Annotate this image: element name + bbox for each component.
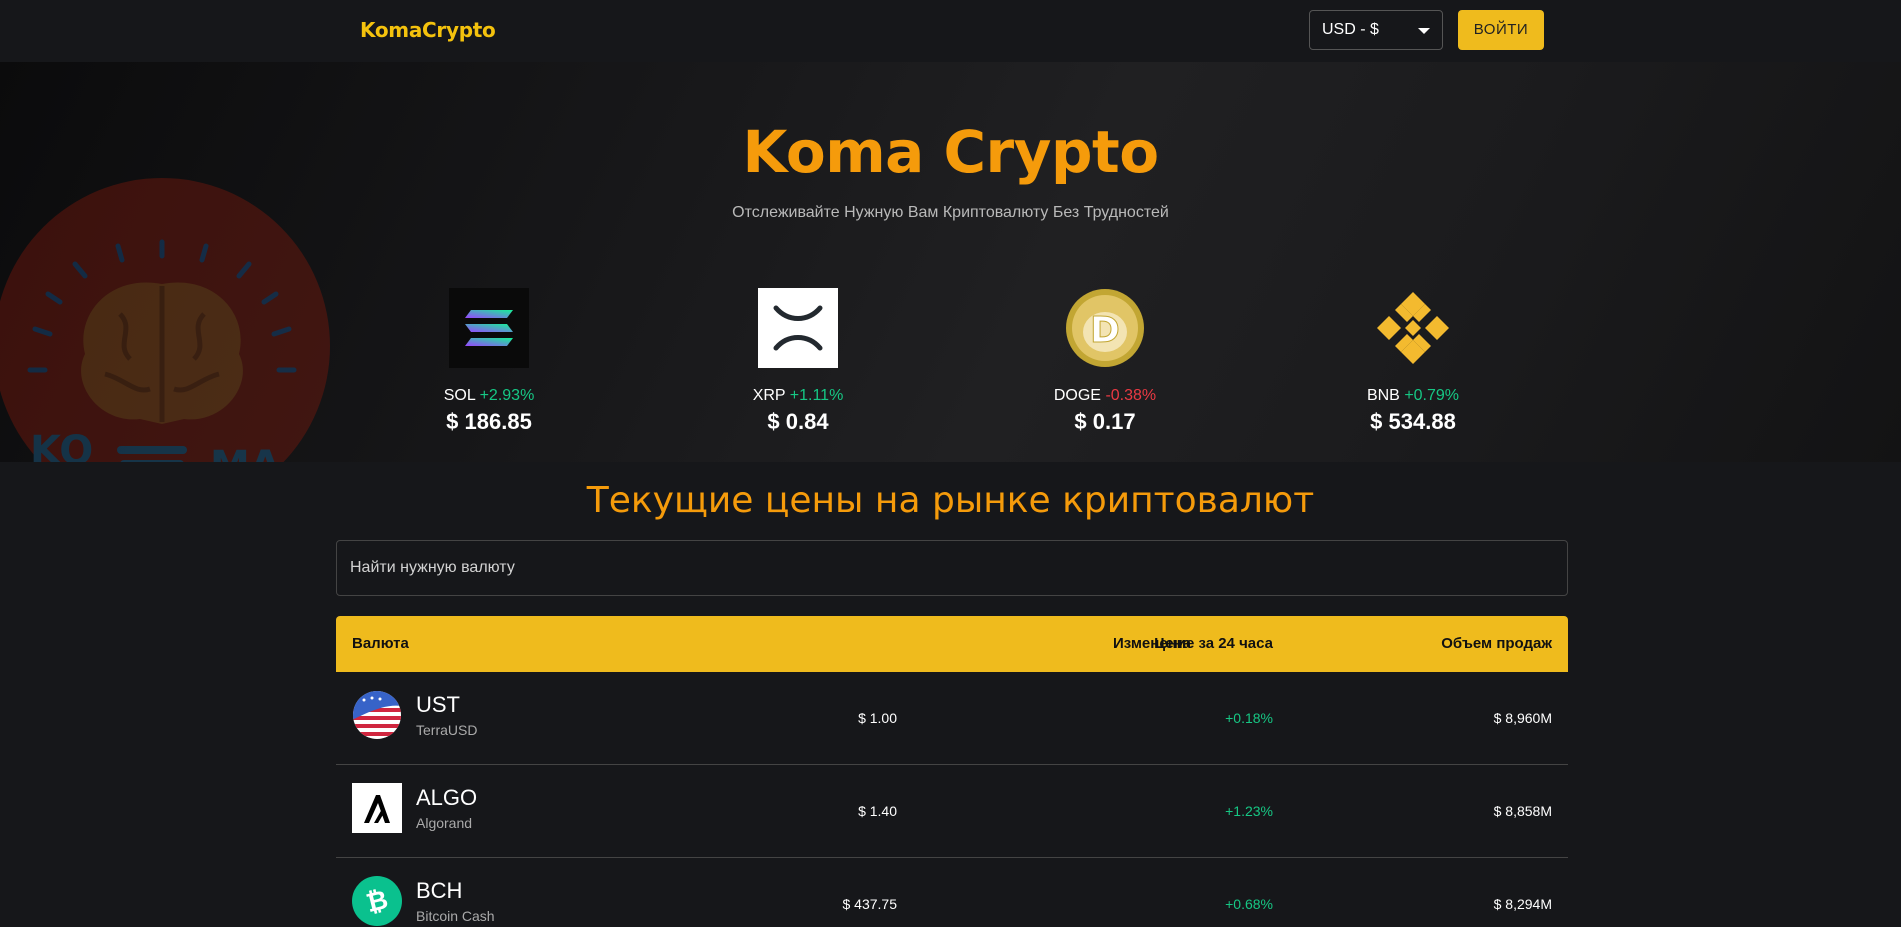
coin-name: TerraUSD xyxy=(416,722,478,738)
coin-change: +0.68% xyxy=(1225,896,1273,912)
top-navbar: KomaCrypto USD - $ ВОЙТИ xyxy=(0,0,1901,62)
table-row[interactable]: ₿ BCH Bitcoin Cash $ 437.75 +0.68% $ 8,2… xyxy=(336,858,1568,927)
currency-select-value: USD - $ xyxy=(1322,21,1379,38)
coin-name: Algorand xyxy=(416,815,473,831)
coin-change: +0.18% xyxy=(1225,710,1273,726)
column-header-volume[interactable]: Объем продаж xyxy=(1441,635,1552,652)
login-button[interactable]: ВОЙТИ xyxy=(1458,10,1544,50)
coin-symbol: BCH xyxy=(416,878,463,903)
trending-coin-bnb[interactable]: BNB +0.79% $ 534.88 xyxy=(1313,288,1513,435)
table-row[interactable]: ALGO Algorand $ 1.40 +1.23% $ 8,858M xyxy=(336,765,1568,858)
terrausd-icon xyxy=(353,691,401,739)
svg-text:D: D xyxy=(1090,310,1120,351)
trending-coin-sol[interactable]: SOL +2.93% $ 186.85 xyxy=(389,288,589,435)
coin-symbol: ALGO xyxy=(416,785,478,810)
column-header-coin[interactable]: Валюта xyxy=(352,635,409,652)
bnb-icon xyxy=(1377,292,1449,364)
coin-volume: $ 8,294M xyxy=(1493,896,1552,912)
coin-name: Bitcoin Cash xyxy=(416,908,495,924)
coin-price: $ 0.84 xyxy=(767,409,829,434)
coin-volume: $ 8,858M xyxy=(1493,803,1552,819)
hero-title: Koma Crypto xyxy=(742,118,1159,186)
coin-symbol-change: DOGE -0.38% xyxy=(1053,387,1157,404)
hero-banner: KO MA Koma Crypto Отслеживайте Нужную Ва… xyxy=(0,62,1901,462)
coin-price: $ 1.40 xyxy=(858,803,897,819)
svg-text:MA: MA xyxy=(210,443,281,462)
currency-select[interactable]: USD - $ xyxy=(1309,10,1443,50)
coin-price: $ 437.75 xyxy=(842,896,898,912)
coin-symbol-change: BNB +0.79% xyxy=(1366,387,1460,404)
table-row[interactable]: UST TerraUSD $ 1.00 +0.18% $ 8,960M xyxy=(336,672,1568,765)
xrp-icon xyxy=(758,288,838,368)
coin-symbol: UST xyxy=(416,692,460,717)
site-logo[interactable]: KomaCrypto xyxy=(360,18,496,42)
trending-coin-doge[interactable]: D DOGE -0.38% $ 0.17 xyxy=(1005,288,1205,435)
algorand-icon xyxy=(352,783,402,833)
coin-change: +1.23% xyxy=(1225,803,1273,819)
column-header-change[interactable]: Изменение за 24 часа xyxy=(1113,635,1273,652)
search-input[interactable] xyxy=(336,540,1568,596)
coins-table: Валюта Цена Изменение за 24 часа Объем п… xyxy=(336,616,1568,927)
svg-text:KO: KO xyxy=(30,428,93,462)
market-section-title: Текущие цены на рынке криптовалют xyxy=(586,480,1315,521)
coin-symbol-change: SOL +2.93% xyxy=(443,387,535,404)
chevron-down-icon xyxy=(1418,28,1430,34)
bitcoin-cash-icon: ₿ xyxy=(352,876,402,926)
hero-subtitle: Отслеживайте Нужную Вам Криптовалюту Без… xyxy=(732,204,1169,221)
table-header: Валюта Цена Изменение за 24 часа Объем п… xyxy=(336,616,1568,672)
coin-price: $ 186.85 xyxy=(446,409,532,434)
coin-symbol-change: XRP +1.11% xyxy=(752,387,844,404)
coin-price: $ 534.88 xyxy=(1370,409,1456,434)
trending-coin-xrp[interactable]: XRP +1.11% $ 0.84 xyxy=(698,288,898,435)
coin-price: $ 1.00 xyxy=(858,710,897,726)
dogecoin-icon: D xyxy=(1066,289,1144,367)
coin-volume: $ 8,960M xyxy=(1493,710,1552,726)
solana-icon xyxy=(449,288,529,368)
coin-price: $ 0.17 xyxy=(1074,409,1136,434)
